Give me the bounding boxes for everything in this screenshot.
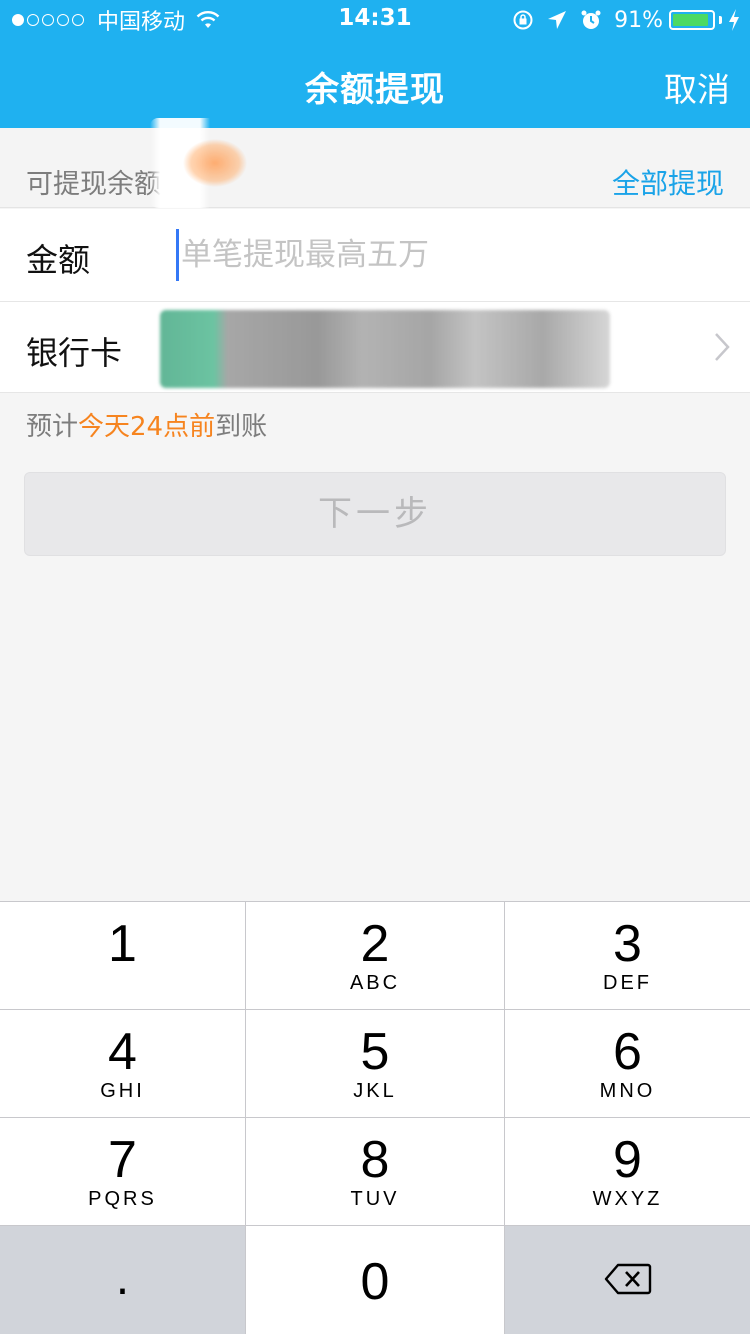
key-3[interactable]: 3 DEF <box>505 902 750 1010</box>
key-digit: 1 <box>108 915 137 973</box>
chevron-right-icon <box>715 333 730 361</box>
key-digit: 5 <box>360 1023 390 1081</box>
top-bar: 中国移动 14:31 91% 余额提现 取消 <box>0 0 750 128</box>
amount-label: 金额 <box>26 241 91 279</box>
key-letters: MNO <box>599 1080 656 1102</box>
key-letters: TUV <box>350 1188 400 1210</box>
key-digit: 9 <box>613 1131 642 1189</box>
key-dot[interactable]: . <box>0 1226 246 1334</box>
key-1[interactable]: 1 <box>0 902 246 1010</box>
location-icon <box>548 11 567 29</box>
withdraw-all-button[interactable]: 全部提现 <box>612 162 724 202</box>
key-digit: . <box>115 1254 130 1305</box>
next-step-button[interactable]: 下一步 <box>24 472 726 556</box>
key-letters: DEF <box>603 972 652 994</box>
battery-fill <box>673 14 708 26</box>
charging-icon <box>729 9 739 31</box>
battery-tip <box>719 16 722 24</box>
key-letters <box>0 972 245 996</box>
status-bar: 中国移动 14:31 91% <box>0 0 750 40</box>
key-letters: PQRS <box>88 1188 157 1210</box>
key-letters: JKL <box>353 1080 397 1102</box>
key-6[interactable]: 6 MNO <box>505 1010 750 1118</box>
battery-percent: 91% <box>614 7 663 33</box>
key-digit: 7 <box>108 1131 137 1189</box>
bank-card-label: 银行卡 <box>26 334 123 372</box>
key-2[interactable]: 2 ABC <box>246 902 505 1010</box>
alarm-icon <box>581 10 601 29</box>
available-balance-row: 可提现余额 全部提现 <box>0 128 750 208</box>
key-digit: 6 <box>613 1023 642 1081</box>
amount-row: 金额 <box>0 209 750 301</box>
arrival-suffix: 到账 <box>215 412 268 442</box>
key-8[interactable]: 8 TUV <box>246 1118 505 1226</box>
key-letters: ABC <box>349 972 401 994</box>
key-letters: WXYZ <box>592 1188 663 1210</box>
delete-key[interactable] <box>505 1226 750 1334</box>
key-digit: 2 <box>360 915 390 973</box>
battery-icon <box>669 10 715 30</box>
status-right: 91% <box>512 6 740 34</box>
key-digit: 4 <box>108 1023 137 1081</box>
key-4[interactable]: 4 GHI <box>0 1010 246 1118</box>
key-digit: 3 <box>613 915 642 973</box>
numeric-keypad: 1 2 ABC 3 DEF 4 GHI 5 JKL 6 MNO 7 PQRS 8… <box>0 901 750 1334</box>
arrival-note: 预计今天24点前到账 <box>26 406 267 443</box>
redaction-scribble <box>150 118 290 208</box>
key-7[interactable]: 7 PQRS <box>0 1118 246 1226</box>
rotation-lock-icon <box>513 10 533 30</box>
arrival-time-highlight: 今天24点前 <box>78 412 216 442</box>
arrival-prefix: 预计 <box>26 412 79 442</box>
key-0[interactable]: 0 <box>246 1226 505 1334</box>
cancel-button[interactable]: 取消 <box>664 63 730 111</box>
available-balance-label: 可提现余额 <box>26 169 161 200</box>
amount-input[interactable] <box>176 229 716 281</box>
redaction-scribble <box>160 310 610 388</box>
key-digit: 0 <box>360 1253 390 1311</box>
page-title: 余额提现 <box>305 70 445 110</box>
key-digit: 8 <box>360 1131 390 1189</box>
key-9[interactable]: 9 WXYZ <box>505 1118 750 1226</box>
key-letters: GHI <box>100 1080 145 1102</box>
key-5[interactable]: 5 JKL <box>246 1010 505 1118</box>
bank-card-row[interactable]: 银行卡 <box>0 301 750 393</box>
backspace-icon <box>604 1263 651 1295</box>
